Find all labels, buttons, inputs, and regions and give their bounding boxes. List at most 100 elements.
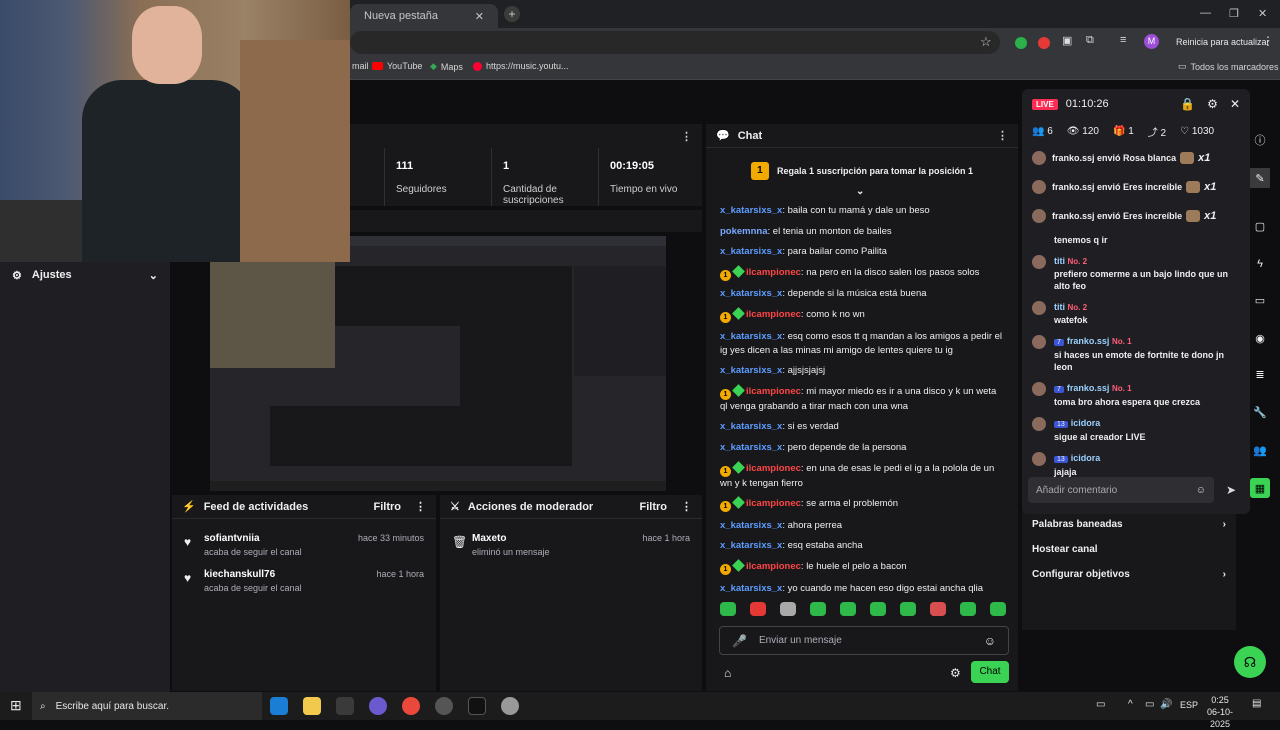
chat-username[interactable]: x_katarsixs_x <box>720 583 782 594</box>
banned-words-item[interactable]: Palabras baneadas › <box>1032 512 1226 537</box>
notification-icon[interactable]: ▤ <box>1252 698 1261 709</box>
profile-avatar[interactable]: M <box>1144 34 1159 49</box>
bookmark-youtube[interactable]: YouTube <box>372 61 422 71</box>
settings-icon[interactable]: ⚙ <box>1207 97 1218 111</box>
bookmark-mail[interactable]: mail <box>352 61 369 71</box>
kebab-menu-icon[interactable]: ⋮ <box>1262 34 1274 48</box>
support-button[interactable]: ☊ <box>1234 646 1266 678</box>
stream-preview[interactable] <box>210 236 666 491</box>
send-icon[interactable]: ➤ <box>1226 483 1236 497</box>
settings-header[interactable]: ⚙ Ajustes ⌄ <box>0 262 170 288</box>
app-icon[interactable] <box>369 697 387 715</box>
chat-username[interactable]: ilcampionec <box>746 561 801 572</box>
chat-message: x_katarsixs_x: depende si la música está… <box>720 287 1004 301</box>
chat-username[interactable]: x_katarsixs_x <box>720 331 782 342</box>
extension-shield-icon[interactable] <box>1015 37 1027 49</box>
chat-username[interactable]: x_katarsixs_x <box>720 246 782 257</box>
tray-chevron-icon[interactable]: ^ <box>1128 699 1133 710</box>
live-comment: titi No. 2 prefiero comerme a un bajo lin… <box>1022 255 1250 292</box>
chat-username[interactable]: x_katarsixs_x <box>720 442 782 453</box>
chat-input[interactable]: 🎤 Enviar un mensaje ☺ <box>719 626 1009 655</box>
app-icon-2[interactable] <box>501 697 519 715</box>
broadcast-icon[interactable]: ◉ <box>1250 328 1270 348</box>
chat-menu-icon[interactable]: ⋮ <box>997 129 1008 142</box>
all-bookmarks[interactable]: ▭ Todos los marcadores <box>1178 61 1279 72</box>
users-icon[interactable]: 👥 <box>1250 440 1270 460</box>
clock[interactable]: 0:25 06-10-2025 <box>1200 694 1240 730</box>
windows-start-icon[interactable]: ⊞ <box>10 697 22 714</box>
language-indicator[interactable]: ESP <box>1180 700 1198 710</box>
close-icon[interactable]: ✕ <box>1230 97 1240 111</box>
configure-goals-item[interactable]: Configurar objetivos › <box>1032 562 1226 587</box>
chat-text: : na pero en la disco salen los pasos so… <box>800 266 980 278</box>
microphone-icon[interactable]: 🎤 <box>732 634 747 648</box>
chat-username[interactable]: ilcampionec <box>746 267 801 278</box>
filter-button[interactable]: Filtro <box>374 501 402 513</box>
lightning-icon[interactable]: ϟ <box>1250 254 1270 274</box>
chat-username[interactable]: x_katarsixs_x <box>720 421 782 432</box>
bookmark-maps[interactable]: ◆ Maps <box>430 61 463 72</box>
info-icon[interactable]: ⓘ <box>1250 130 1270 150</box>
volume-icon[interactable]: 🔊 <box>1160 699 1172 710</box>
chat-username[interactable]: pokemnna <box>720 226 768 237</box>
chrome-icon[interactable] <box>402 697 420 715</box>
chat-username[interactable]: ilcampionec <box>746 498 801 509</box>
media-icon[interactable]: ≡ <box>1120 34 1126 46</box>
chat-username[interactable]: ilcampionec <box>746 463 801 474</box>
puzzle-icon[interactable]: ⧉ <box>1086 34 1094 47</box>
clapper-icon[interactable]: ▦ <box>1250 478 1270 498</box>
wrench-icon[interactable]: 🔧 <box>1250 402 1270 422</box>
file-explorer-icon[interactable] <box>303 697 321 715</box>
screen-icon[interactable]: ▢ <box>1250 216 1270 236</box>
chat-message: x_katarsixs_x: pero depende de la person… <box>720 441 1004 455</box>
emoji-icon[interactable]: ☺ <box>984 634 996 648</box>
update-button[interactable]: Reinicia para actualizar <box>1176 37 1270 47</box>
speech-icon[interactable]: ▭ <box>1250 290 1270 310</box>
omnibox[interactable] <box>350 31 1000 54</box>
browser-tab[interactable]: Nueva pestaña ✕ <box>350 4 498 28</box>
close-tab-icon[interactable]: ✕ <box>475 10 484 23</box>
shares-count: ⤴ 2 <box>1147 127 1167 139</box>
star-icon[interactable]: ☆ <box>980 34 992 50</box>
add-comment-input[interactable]: Añadir comentario ☺ <box>1028 477 1214 503</box>
chat-username[interactable]: x_katarsixs_x <box>720 540 782 551</box>
chevron-down-icon[interactable]: ⌄ <box>856 186 864 197</box>
tiktok-icon[interactable] <box>468 697 486 715</box>
network-icon[interactable]: ▭ <box>1145 699 1154 710</box>
edge-icon[interactable] <box>270 697 288 715</box>
minimize-icon[interactable]: — <box>1200 7 1211 19</box>
chat-username[interactable]: ilcampionec <box>746 386 801 397</box>
diamond-badge-icon <box>732 496 745 509</box>
chat-text: : ajjsjsjajsj <box>782 365 826 377</box>
mod-menu-icon[interactable]: ⋮ <box>681 500 692 513</box>
store-icon[interactable] <box>336 697 354 715</box>
filter-button[interactable]: Filtro <box>640 501 668 513</box>
taskbar-search[interactable]: ⌕ Escribe aquí para buscar. <box>32 692 262 720</box>
bookmark-music[interactable]: https://music.youtu... <box>473 61 569 71</box>
stack-icon[interactable]: ≣ <box>1250 364 1270 384</box>
rank-badge: No. 1 <box>1111 384 1132 393</box>
new-tab-button[interactable]: + <box>504 6 520 22</box>
gear-icon[interactable]: ⚙ <box>950 666 961 680</box>
extension-red-icon[interactable] <box>1038 37 1050 49</box>
send-chat-button[interactable]: Chat <box>971 661 1009 683</box>
emoji-icon[interactable]: ☺ <box>1196 485 1206 496</box>
restore-icon[interactable]: ❐ <box>1229 7 1239 20</box>
close-window-icon[interactable]: ✕ <box>1258 7 1267 20</box>
stats-menu-icon[interactable]: ⋮ <box>681 130 692 143</box>
tray-keyboard-icon[interactable]: ▭ <box>1096 699 1105 710</box>
stat-live-time: 00:19:05 Tiempo en vivo <box>610 160 678 195</box>
feed-menu-icon[interactable]: ⋮ <box>415 500 426 513</box>
chat-username[interactable]: ilcampionec <box>746 309 801 320</box>
chat-username[interactable]: x_katarsixs_x <box>720 288 782 299</box>
chat-username[interactable]: x_katarsixs_x <box>720 520 782 531</box>
extension-icon[interactable]: ▣ <box>1062 34 1072 47</box>
pencil-icon[interactable]: ✎ <box>1250 168 1270 188</box>
lock-icon[interactable]: 🔒 <box>1180 97 1195 111</box>
store-icon[interactable]: ⌂ <box>724 666 731 680</box>
chat-username[interactable]: x_katarsixs_x <box>720 205 782 216</box>
gift-sub-banner[interactable]: 1 Regala 1 suscripción para tomar la pos… <box>706 148 1018 197</box>
chat-username[interactable]: x_katarsixs_x <box>720 365 782 376</box>
host-channel-item[interactable]: Hostear canal <box>1032 537 1226 562</box>
obs-icon[interactable] <box>435 697 453 715</box>
